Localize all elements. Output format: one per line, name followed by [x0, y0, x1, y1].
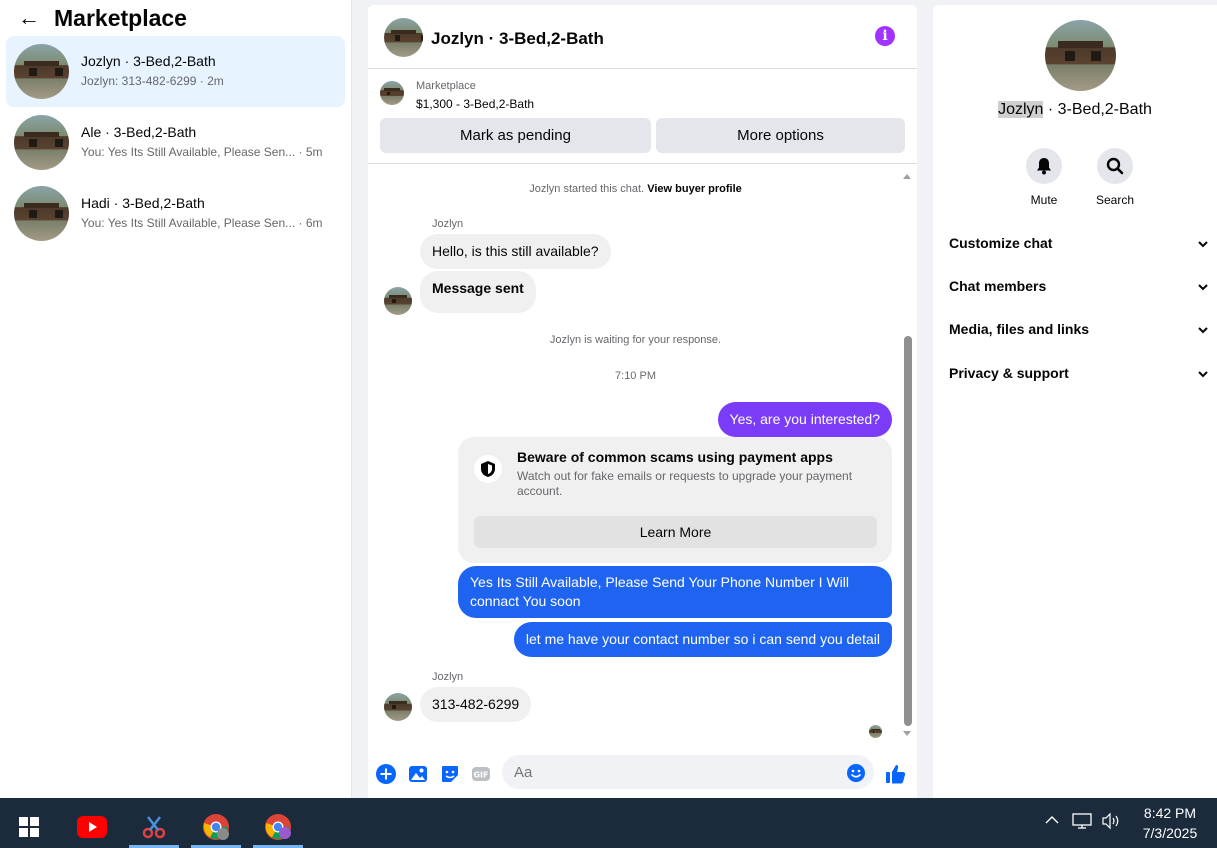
- chat-info-panel: Jozlyn · 3-Bed,2-Bath Mute Search Custom…: [933, 5, 1217, 798]
- section-chat-members[interactable]: Chat members: [949, 278, 1213, 308]
- chat-started-notice: Jozlyn started this chat. View buyer pro…: [529, 183, 742, 195]
- youtube-icon[interactable]: [67, 806, 117, 848]
- sender-name: Jozlyn: [432, 218, 464, 230]
- conversation-name: Hadi · 3-Bed,2-Bath: [81, 195, 205, 211]
- scam-warning-body: Watch out for fake emails or requests to…: [517, 469, 853, 498]
- windows-start-icon[interactable]: [4, 806, 54, 848]
- info-icon[interactable]: i: [875, 26, 895, 46]
- scroll-down-icon[interactable]: [903, 731, 911, 736]
- photo-icon[interactable]: [408, 764, 428, 784]
- conversation-preview: You: Yes Its Still Available, Please Sen…: [81, 145, 323, 159]
- chevron-down-icon: [1197, 280, 1209, 296]
- chat-header: Jozlyn · 3-Bed,2-Bath i: [368, 5, 917, 69]
- sender-name: Jozlyn: [432, 671, 464, 683]
- incoming-message-sent[interactable]: Message sent: [420, 271, 536, 313]
- sticker-icon[interactable]: [440, 764, 460, 784]
- view-buyer-profile-link[interactable]: View buyer profile: [647, 183, 742, 195]
- seen-indicator-avatar: [869, 725, 882, 738]
- snipping-tool-icon[interactable]: [129, 806, 179, 848]
- mark-as-pending-button[interactable]: Mark as pending: [380, 118, 651, 153]
- clock-date: 7/3/2025: [1142, 825, 1198, 841]
- search-action[interactable]: Search: [1085, 148, 1145, 207]
- listing-thumbnail: [380, 81, 404, 105]
- scam-warning-title: Beware of common scams using payment app…: [517, 449, 833, 465]
- message-timestamp: 7:10 PM: [615, 370, 656, 382]
- thumbs-up-icon[interactable]: [884, 762, 908, 786]
- network-icon[interactable]: [1072, 812, 1094, 833]
- listing-avatar: [14, 115, 69, 170]
- chat-panel: Jozlyn · 3-Bed,2-Bath i Marketplace $1,3…: [368, 5, 917, 798]
- system-clock[interactable]: 8:42 PM 7/3/2025: [1130, 803, 1210, 843]
- search-icon[interactable]: [1097, 148, 1133, 184]
- search-label: Search: [1095, 193, 1135, 207]
- sender-avatar: [384, 287, 412, 315]
- outgoing-message[interactable]: Yes Its Still Available, Please Send You…: [458, 566, 892, 618]
- mute-label: Mute: [1030, 193, 1058, 207]
- panel-title: Marketplace: [54, 4, 187, 31]
- waiting-notice: Jozlyn is waiting for your response.: [549, 334, 722, 346]
- sender-avatar: [384, 693, 412, 721]
- conversation-item-hadi[interactable]: Hadi · 3-Bed,2-Bath You: Yes Its Still A…: [6, 178, 345, 249]
- conversation-preview: Jozlyn: 313-482-6299 · 2m: [81, 74, 224, 88]
- chat-title: Jozlyn · 3-Bed,2-Bath: [431, 29, 604, 48]
- chrome-profile-icon[interactable]: [253, 806, 303, 848]
- profile-name: Jozlyn · 3-Bed,2-Bath: [998, 101, 1152, 118]
- mute-action[interactable]: Mute: [1014, 148, 1074, 207]
- chevron-down-icon: [1197, 367, 1209, 383]
- outgoing-message[interactable]: Yes, are you interested?: [717, 402, 892, 437]
- incoming-message[interactable]: Hello, is this still available?: [420, 234, 611, 269]
- chat-scrollbar[interactable]: [901, 170, 915, 738]
- message-input[interactable]: [502, 755, 874, 789]
- message-thread: Jozlyn started this chat. View buyer pro…: [368, 165, 917, 743]
- section-privacy-support[interactable]: Privacy & support: [949, 365, 1213, 395]
- chevron-down-icon: [1197, 323, 1209, 339]
- emoji-icon[interactable]: [846, 763, 866, 783]
- bell-icon[interactable]: [1026, 148, 1062, 184]
- learn-more-button[interactable]: Learn More: [474, 516, 877, 548]
- section-media-files-links[interactable]: Media, files and links: [949, 321, 1213, 351]
- listing-bar: Marketplace $1,300 - 3-Bed,2-Bath Mark a…: [368, 69, 917, 164]
- back-arrow-icon[interactable]: ←: [18, 5, 46, 31]
- chevron-down-icon: [1197, 237, 1209, 253]
- chevron-up-icon[interactable]: [1044, 812, 1060, 831]
- volume-icon[interactable]: [1101, 812, 1123, 833]
- message-composer: GIF: [368, 753, 917, 793]
- scroll-up-icon[interactable]: [903, 174, 911, 179]
- shield-icon: [474, 455, 502, 483]
- section-customize-chat[interactable]: Customize chat: [949, 235, 1213, 265]
- marketplace-header: ← Marketplace: [18, 4, 187, 32]
- svg-text:GIF: GIF: [473, 771, 488, 780]
- conversation-item-ale[interactable]: Ale · 3-Bed,2-Bath You: Yes Its Still Av…: [6, 107, 345, 178]
- listing-avatar: [14, 44, 69, 99]
- conversation-item-jozlyn[interactable]: Jozlyn · 3-Bed,2-Bath Jozlyn: 313-482-62…: [6, 36, 345, 107]
- clock-time: 8:42 PM: [1143, 805, 1197, 821]
- listing-avatar: [384, 18, 423, 57]
- incoming-message[interactable]: 313-482-6299: [420, 687, 532, 722]
- plus-icon[interactable]: [376, 764, 396, 784]
- chrome-icon[interactable]: [191, 806, 241, 848]
- windows-taskbar: 8:42 PM 7/3/2025: [0, 798, 1217, 848]
- listing-price[interactable]: $1,300 - 3-Bed,2-Bath: [416, 97, 534, 111]
- conversation-name: Ale · 3-Bed,2-Bath: [81, 124, 197, 140]
- conversation-preview: You: Yes Its Still Available, Please Sen…: [81, 216, 323, 230]
- scam-warning-card: Beware of common scams using payment app…: [458, 437, 892, 563]
- marketplace-label: Marketplace: [416, 80, 476, 92]
- listing-avatar: [14, 186, 69, 241]
- conversation-name: Jozlyn · 3-Bed,2-Bath: [81, 53, 216, 69]
- scroll-thumb[interactable]: [904, 336, 912, 726]
- gif-icon[interactable]: GIF: [471, 764, 491, 784]
- listing-profile-avatar: [1045, 20, 1116, 91]
- more-options-button[interactable]: More options: [656, 118, 905, 153]
- conversation-list-panel: ← Marketplace Jozlyn · 3-Bed,2-Bath Jozl…: [0, 0, 352, 798]
- outgoing-message[interactable]: let me have your contact number so i can…: [513, 622, 892, 657]
